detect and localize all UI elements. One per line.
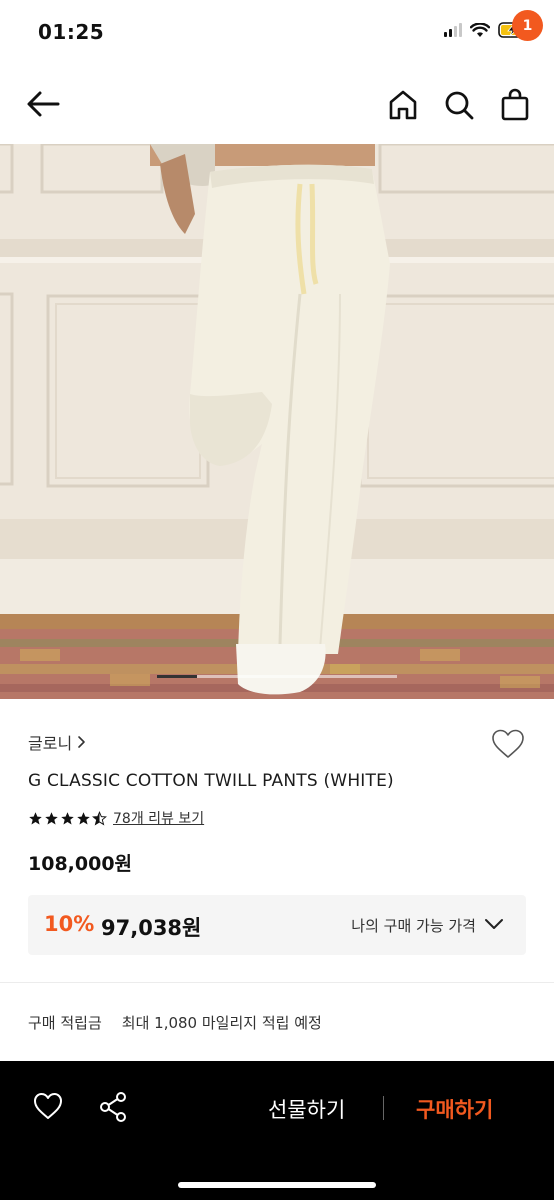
home-indicator[interactable] xyxy=(178,1182,376,1188)
status-time: 01:25 xyxy=(38,20,105,44)
star-icon xyxy=(29,811,42,824)
heart-outline-icon[interactable] xyxy=(490,728,526,760)
star-icon xyxy=(61,811,74,824)
shopping-bag-icon[interactable] xyxy=(498,88,532,122)
product-photo[interactable] xyxy=(0,144,554,699)
button-separator xyxy=(383,1096,384,1120)
product-photo-illustration xyxy=(0,144,554,699)
my-price-label: 나의 구매 가능 가격 xyxy=(351,917,476,935)
star-icon xyxy=(77,811,90,824)
navigation-bar xyxy=(0,64,554,144)
half-star-icon xyxy=(92,810,107,825)
brand-name: 글로니 xyxy=(28,734,73,753)
status-bar: 01:25 xyxy=(0,0,554,64)
share-icon[interactable] xyxy=(98,1091,128,1123)
bottom-action-bar: 선물하기 구매하기 xyxy=(0,1061,554,1200)
points-value: 최대 1,080 마일리지 적립 예정 xyxy=(121,1014,322,1032)
rating-row: 78개 리뷰 보기 xyxy=(28,808,204,828)
points-row: 구매 적립금 최대 1,080 마일리지 적립 예정 xyxy=(28,1012,322,1033)
star-rating xyxy=(28,810,107,826)
review-link[interactable]: 78개 리뷰 보기 xyxy=(113,808,204,828)
original-price: 108,000원 xyxy=(28,853,133,875)
home-icon[interactable] xyxy=(386,88,420,122)
points-label: 구매 적립금 xyxy=(28,1014,102,1032)
back-arrow-icon[interactable] xyxy=(24,88,64,120)
buy-button[interactable]: 구매하기 xyxy=(416,1094,493,1124)
my-price-box[interactable]: 10% 97,038원 나의 구매 가능 가격 xyxy=(28,895,526,955)
sale-price: 97,038원 xyxy=(101,916,202,940)
star-icon xyxy=(45,811,58,824)
discount-rate: 10% xyxy=(44,912,95,936)
section-divider xyxy=(0,982,554,983)
cart-count-badge: 1 xyxy=(512,10,543,41)
carousel-progress-thumb xyxy=(157,675,197,678)
chevron-down-icon xyxy=(485,919,503,929)
heart-outline-icon[interactable] xyxy=(32,1091,64,1121)
cellular-signal-icon xyxy=(444,23,462,37)
brand-link[interactable]: 글로니 xyxy=(28,730,86,754)
search-icon[interactable] xyxy=(442,88,476,122)
gift-button[interactable]: 선물하기 xyxy=(268,1094,345,1124)
chevron-right-icon xyxy=(78,736,85,748)
product-name: G CLASSIC COTTON TWILL PANTS (WHITE) xyxy=(28,771,394,791)
wifi-icon xyxy=(470,22,490,37)
